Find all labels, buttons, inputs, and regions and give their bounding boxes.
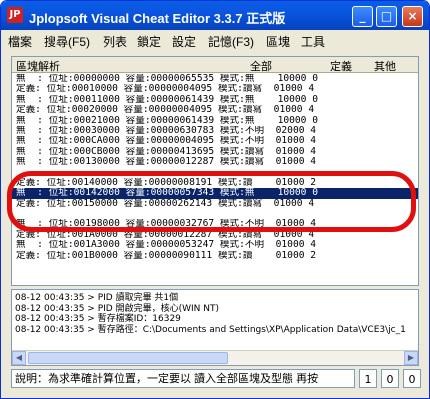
tab-defined[interactable]: 定義 (330, 58, 352, 74)
list-item[interactable]: 定義: 位址:00010000 容量:00000004095 模式:讀寫 010… (12, 84, 418, 94)
status-box-3: 0 (403, 369, 421, 388)
list-item[interactable]: 無 : 位址:00198000 容量:00000032767 模式:不明 010… (12, 219, 418, 229)
list-item[interactable]: 無 : 位址:000CA000 容量:00000004095 模式:不明 010… (12, 136, 418, 146)
selected-list-item[interactable]: 無 : 位址:00142000 容量:00000057343 模式:無 1000… (12, 188, 418, 199)
menu-memory[interactable]: 記憶(F3) (208, 33, 254, 50)
maximize-icon: □ (380, 9, 393, 23)
close-icon: × (407, 9, 418, 23)
list-item (12, 168, 418, 178)
minimize-icon: _ (359, 9, 366, 23)
app-icon: JP (7, 7, 23, 23)
list-item[interactable]: 定義: 位址:001B0000 容量:00000090111 模式:讀 0100… (12, 251, 418, 261)
log-line: 08-12 00:43:35 > PID 開啟完畢，核心(WIN NT) (15, 303, 219, 314)
menu-tools[interactable]: 工具 (301, 33, 325, 50)
menu-blocks[interactable]: 區塊 (266, 33, 290, 50)
list-item[interactable]: 定義: 位址:00140000 容量:00000008191 模式:讀 0100… (12, 178, 418, 188)
log-panel: 08-12 00:43:35 > PID 讀取完畢 共1個 08-12 00:4… (11, 289, 419, 366)
log-line: 08-12 00:43:35 > 暫存路徑：C:\Documents and S… (15, 324, 406, 335)
list-item[interactable]: 無 : 位址:00021000 容量:00000061439 模式:無 1000… (12, 116, 418, 126)
list-item[interactable]: 定義: 位址:00150000 容量:00000262143 模式:讀寫 010… (12, 199, 418, 209)
menu-settings[interactable]: 設定 (172, 33, 196, 50)
scroll-thumb[interactable] (28, 352, 228, 364)
panel-header: 區塊解析 全部 定義 其他 (12, 57, 418, 73)
list-item[interactable]: 無 : 位址:00000000 容量:00000065535 模式:無 1000… (12, 74, 418, 84)
block-analysis-panel: 區塊解析 全部 定義 其他 無 : 位址:00000000 容量:0000006… (11, 56, 419, 286)
window-title: Jplopsoft Visual Cheat Editor 3.3.7 正式版 (29, 11, 286, 26)
list-item[interactable]: 無 : 位址:00130000 容量:00000012287 模式:讀寫 010… (12, 157, 418, 167)
list-item[interactable]: 無 : 位址:000CB000 容量:00000413695 模式:讀寫 010… (12, 147, 418, 157)
status-box-2: 0 (381, 369, 399, 388)
log-line: 08-12 00:43:35 > 暫存檔案ID：16329 (15, 314, 181, 324)
list-item[interactable]: 無 : 位址:00011000 容量:00000061439 模式:無 1000… (12, 95, 418, 105)
menu-bar: 檔案 搜尋(F5) 列表 鎖定 設定 記憶(F3) 區塊 工具 (1, 30, 429, 50)
panel-title: 區塊解析 (16, 60, 60, 73)
list-item[interactable]: 定義: 位址:001A0000 容量:00000012287 模式:讀寫 010… (12, 230, 418, 240)
list-item[interactable]: 定義: 位址:00020000 容量:00000004095 模式:讀寫 010… (12, 105, 418, 115)
block-list[interactable]: 無 : 位址:00000000 容量:00000065535 模式:無 1000… (12, 74, 418, 261)
log-line: 08-12 00:43:35 > PID 讀取完畢 共1個 (15, 293, 179, 303)
close-button[interactable]: × (402, 6, 423, 27)
scroll-left-icon[interactable]: ◀ (12, 351, 26, 365)
list-item[interactable]: 無 : 位址:001A3000 容量:00000053247 模式:不明 010… (12, 240, 418, 250)
tab-other[interactable]: 其他 (374, 58, 396, 74)
maximize-button[interactable]: □ (376, 6, 397, 27)
menu-search[interactable]: 搜尋(F5) (44, 33, 90, 50)
status-box-1: 1 (359, 369, 377, 388)
list-item (12, 209, 418, 219)
menu-file[interactable]: 檔案 (8, 33, 32, 50)
status-help-text: 說明：為求準確計算位置，一定要以 讀入全部區塊及型態 再按 (11, 369, 355, 388)
horizontal-scrollbar[interactable]: ◀ ▶ (12, 350, 418, 365)
main-window: JP Jplopsoft Visual Cheat Editor 3.3.7 正… (0, 0, 430, 399)
list-item[interactable]: 無 : 位址:00030000 容量:00000630783 模式:不明 020… (12, 126, 418, 136)
tab-all[interactable]: 全部 (250, 58, 272, 74)
menu-list[interactable]: 列表 (103, 33, 127, 50)
title-bar[interactable]: JP Jplopsoft Visual Cheat Editor 3.3.7 正… (1, 1, 429, 30)
minimize-button[interactable]: _ (352, 6, 373, 27)
menu-lock[interactable]: 鎖定 (137, 33, 161, 50)
scroll-right-icon[interactable]: ▶ (404, 351, 418, 365)
